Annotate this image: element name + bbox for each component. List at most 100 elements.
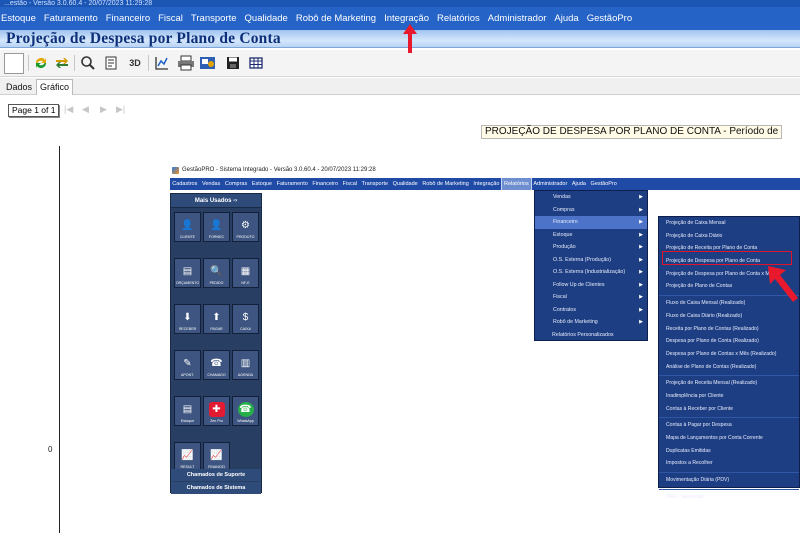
menu-item-administrador[interactable]: Administrador [484,7,551,30]
reports-menu-item-label: Relatórios Personalizados [552,331,614,338]
chart-line-icon[interactable] [153,54,171,72]
reports-menu-item-estoque[interactable]: Estoque ▶ [535,229,647,242]
financial-report-item-movimentacao-diaria-pdv[interactable]: Movimentação Diária (PDV) [659,474,799,487]
inner-menu-item-administrador[interactable]: Administrador [531,178,570,190]
submenu-arrow-icon: ▶ [639,231,643,238]
inner-menu-item-robo-de-marketing[interactable]: Robô de Marketing [420,178,471,190]
reports-menu-item-o-s-externa-producao[interactable]: O.S. Externa (Produção) ▶ [535,254,647,267]
financial-report-item-impostos-a-recolher[interactable]: Impostos a Recolher [659,457,799,470]
quick-button-produto[interactable]: ⚙ PRODUTO [232,212,259,242]
first-page-icon[interactable]: |◀ [64,104,73,115]
zoom-icon[interactable] [79,54,97,72]
panel-footer-chamados-de-suporte[interactable]: Chamados de Suporte [171,469,261,481]
quick-button-nf-e[interactable]: ▦ NF-E [232,258,259,288]
reports-menu-item-contratos[interactable]: Contratos ▶ [535,304,647,317]
transfer-icon[interactable] [53,54,71,72]
panel-footer-chamados-de-sistema[interactable]: Chamados de Sistema [171,482,261,494]
financial-report-item-duplicatas-emitidas[interactable]: Duplicatas Emitidas [659,445,799,458]
menu-item-transporte[interactable]: Transporte [187,7,241,30]
reports-menu-item-relatorios-personalizados[interactable]: Relatórios Personalizados [535,329,647,342]
quick-button-label: Estoque [180,419,195,423]
previous-page-icon[interactable]: ◀ [82,104,89,115]
quick-button-result[interactable]: 📈 RESULT [174,442,201,472]
page-icon[interactable] [102,54,120,72]
financial-report-item-projecao-de-caixa-mensal[interactable]: Projeção de Caixa Mensal [659,217,799,230]
inner-menu-item-fiscal[interactable]: Fiscal [340,178,359,190]
save-icon[interactable] [224,54,242,72]
quick-button-apont[interactable]: ✎ APONT. [174,350,201,380]
inner-menu-item-faturamento[interactable]: Faturamento [274,178,310,190]
grid-icon[interactable] [247,54,265,72]
inner-menu-item-gestaopro[interactable]: GestãoPro [588,178,619,190]
reports-menu-item-robo-de-marketing[interactable]: Robô de Marketing ▶ [535,316,647,329]
export-icon[interactable] [199,54,217,72]
quick-button-pedido[interactable]: 🔍 PEDIDO [203,258,230,288]
refresh-icon[interactable] [32,54,50,72]
next-page-icon[interactable]: ▶ [100,104,107,115]
quick-button-orcamento[interactable]: ▤ ORÇAMENTO [174,258,201,288]
reports-menu-item-fiscal[interactable]: Fiscal ▶ [535,291,647,304]
menu-item-estoque[interactable]: Estoque [0,7,40,30]
quick-button-estoque[interactable]: ▤ Estoque [174,396,201,426]
reports-menu-item-producao[interactable]: Produção ▶ [535,241,647,254]
quick-button-caixa[interactable]: $ CAIXA [232,304,259,334]
inner-menu-item-financeiro[interactable]: Financeiro [310,178,340,190]
last-page-icon[interactable]: ▶| [116,104,125,115]
tab-dados[interactable]: Dados [3,80,35,94]
quick-button-chamado[interactable]: ☎ CHAMADO [203,350,230,380]
quick-button-fornec[interactable]: 👤 FORNEC [203,212,230,242]
reports-menu-item-financeiro[interactable]: Financeiro ▶ [535,216,647,229]
reports-menu-item-compras[interactable]: Compras ▶ [535,204,647,217]
quick-button-receber[interactable]: ⬇ RECEBER [174,304,201,334]
menu-item-robo-de-marketing[interactable]: Robô de Marketing [292,7,380,30]
menu-item-ajuda[interactable]: Ajuda [550,7,582,30]
inner-menu-item-estoque[interactable]: Estoque [250,178,275,190]
inner-menu-item-vendas[interactable]: Vendas [200,178,223,190]
reports-menu-item-label: Produção [553,244,576,250]
quick-button-cliente[interactable]: 👤 CLIENTE [174,212,201,242]
financial-report-item-analise-de-plano-de-contas-realizado[interactable]: Análise de Plano de Contas (Realizado) [659,361,799,374]
blank-box-icon[interactable] [4,53,24,74]
quick-button-whatsapp[interactable]: ☎ WhatsApp [232,396,259,426]
menu-item-qualidade[interactable]: Qualidade [241,7,292,30]
toolbar-separator [148,55,149,71]
financial-report-item-receita-por-plano-de-contas-realizado[interactable]: Receita por Plano de Contas (Realizado) [659,323,799,336]
financial-report-item-dre-gerencial[interactable]: DRE - Gerencial [659,491,799,504]
menu-item-faturamento[interactable]: Faturamento [40,7,102,30]
financial-report-item-projecao-de-receita-mensal-realizado[interactable]: Projeção de Receita Mensal (Realizado) [659,377,799,390]
reports-menu-item-label: Fiscal [553,294,567,300]
inner-menu-item-compras[interactable]: Compras [223,178,250,190]
menu-item-gestaopro[interactable]: GestãoPro [583,7,636,30]
quick-button-zen-pro[interactable]: ✚ Zen Pro [203,396,230,426]
tab-grafico[interactable]: Gráfico [36,79,74,95]
order-icon: 🔍 [210,266,223,277]
inner-menu-item-transporte[interactable]: Transporte [359,178,390,190]
3d-icon[interactable]: 3D [126,54,144,72]
quick-button-financei[interactable]: 📈 FINANCEI [203,442,230,472]
inner-menu-item-qualidade[interactable]: Qualidade [390,178,420,190]
reports-menu-item-label: Compras [553,206,575,213]
reports-menu-item-label: Vendas [553,194,571,200]
inner-menu-item-integracao[interactable]: Integração [471,178,502,190]
menu-item-financeiro[interactable]: Financeiro [102,7,154,30]
inner-menu-item-ajuda[interactable]: Ajuda [570,178,589,190]
menu-item-relatorios[interactable]: Relatórios [433,7,484,30]
reports-menu-item-vendas[interactable]: Vendas ▶ [535,191,647,204]
financial-report-item-contas-a-pagar-por-despesa[interactable]: Contas à Pagar por Despesa [659,419,799,432]
financial-report-item-despesa-por-plano-de-conta-realizado[interactable]: Despesa por Plano de Conta (Realizado) [659,335,799,348]
inner-menu-item-cadastros[interactable]: Cadastros [170,178,200,190]
submenu-arrow-icon: ▶ [639,269,643,275]
reports-menu-item-o-s-externa-industrializacao[interactable]: O.S. Externa (Industrialização) ▶ [535,266,647,279]
financial-report-item-projecao-de-caixa-diario[interactable]: Projeção de Caixa Diário [659,230,799,243]
quick-button-agenda[interactable]: ▥ AGENDA [232,350,259,380]
quick-button-pagar[interactable]: ⬆ PAGAR [203,304,230,334]
inner-menu-item-relatorios[interactable]: Relatórios [500,178,533,190]
financial-report-item-fluxo-de-caixa-diario-realizado[interactable]: Fluxo de Caixa Diário (Realizado) [659,310,799,323]
financial-report-item-contas-a-receber-por-cliente[interactable]: Contas à Receber por Cliente [659,403,799,416]
print-icon[interactable] [177,54,195,72]
menu-item-fiscal[interactable]: Fiscal [154,7,187,30]
reports-menu-item-follow-up-de-clientes[interactable]: Follow Up de Clientes ▶ [535,279,647,292]
financial-report-item-mapa-de-lancamentos-por-conta-corrente[interactable]: Mapa de Lançamentos por Conta Corrente [659,432,799,445]
financial-report-item-inadimplencia-por-cliente[interactable]: Inadimplência por Cliente [659,390,799,403]
financial-report-item-despesa-por-plano-de-contas-x-mes-realizado[interactable]: Despesa por Plano de Contas x Mês (Reali… [659,348,799,361]
